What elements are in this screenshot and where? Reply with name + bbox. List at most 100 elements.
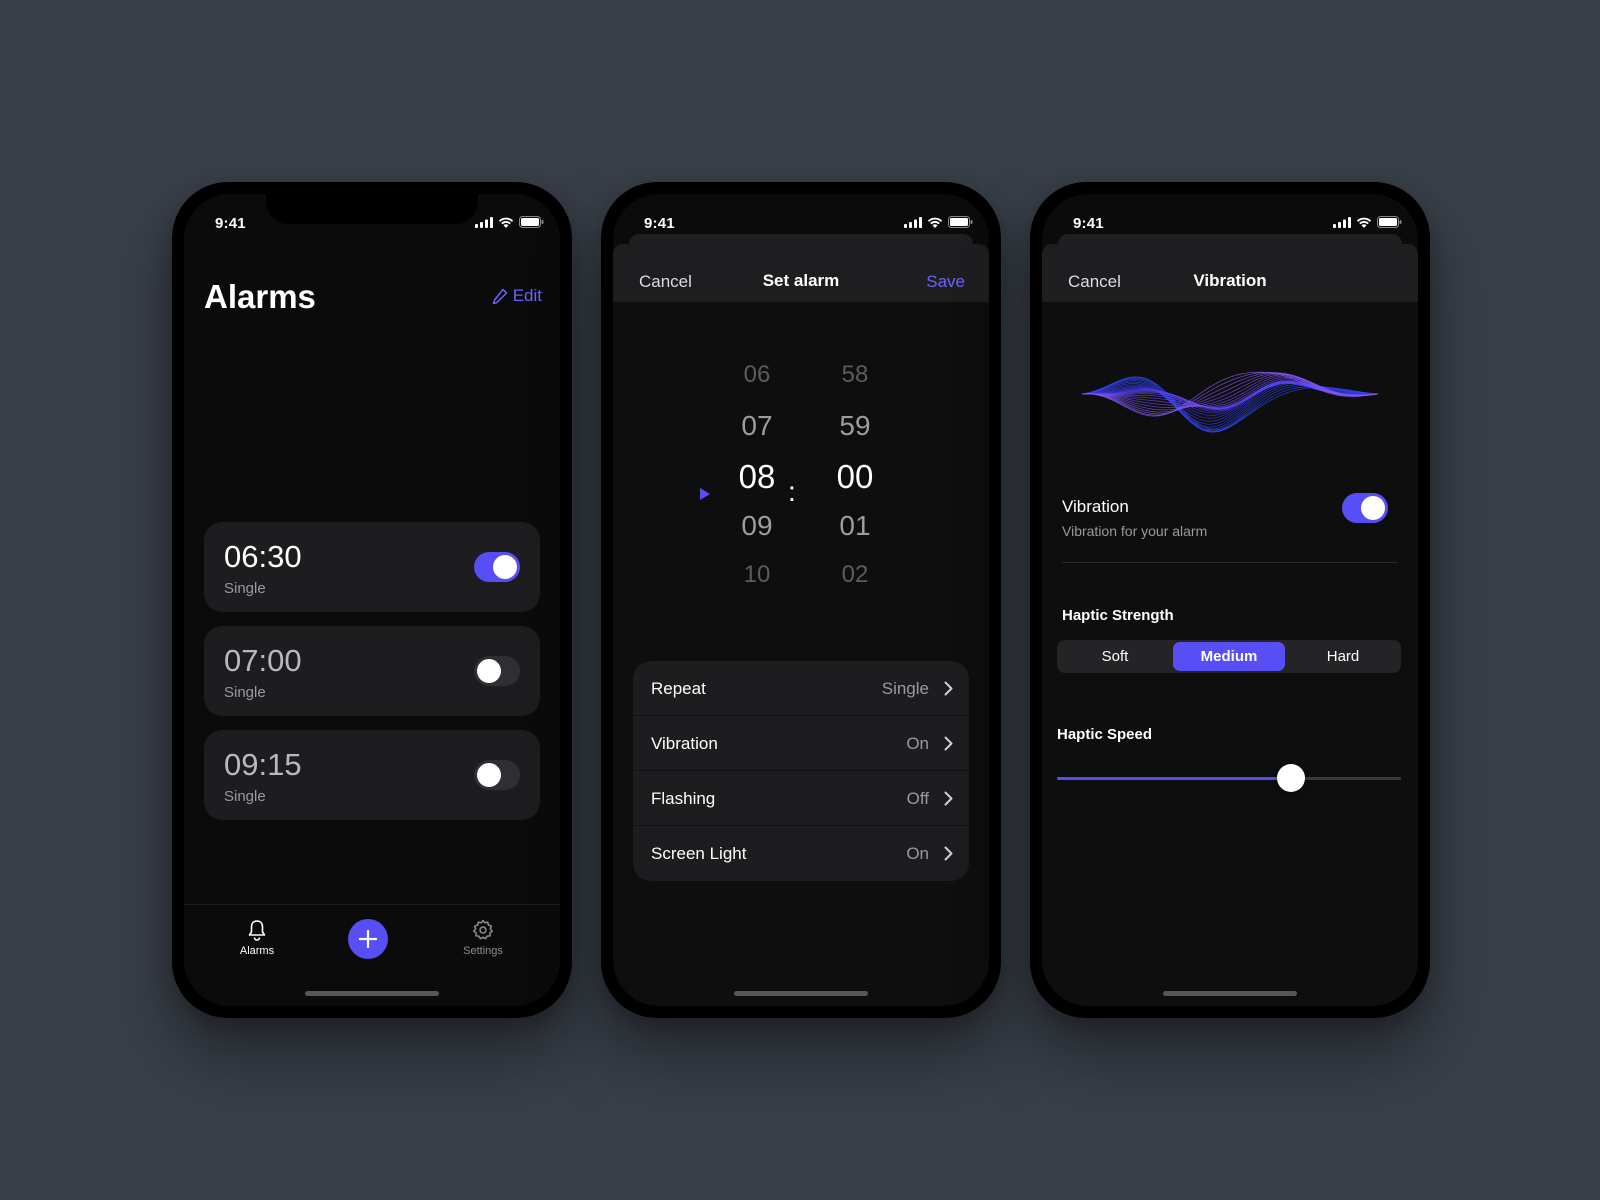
time-separator: : xyxy=(788,476,796,507)
wifi-icon xyxy=(1356,217,1372,228)
setting-value: On xyxy=(906,844,929,863)
alarm-card[interactable]: 09:15 Single xyxy=(204,730,540,820)
signal-icon xyxy=(475,216,493,228)
battery-icon xyxy=(948,216,973,228)
alarm-time: 07:00 xyxy=(224,643,302,678)
chevron-right-icon xyxy=(944,846,953,861)
alarm-repeat: Single xyxy=(224,788,266,805)
hour-option[interactable]: 07 xyxy=(727,410,787,442)
minute-option[interactable]: 59 xyxy=(825,410,885,442)
chevron-right-icon xyxy=(944,736,953,751)
setting-flashing[interactable]: Flashing Off xyxy=(633,771,969,826)
chevron-right-icon xyxy=(944,681,953,696)
plus-icon xyxy=(359,930,377,948)
wave-line xyxy=(1082,380,1378,422)
vibration-sheet: Cancel Vibration Vibration Vibration for… xyxy=(1042,244,1418,1006)
slider-fill xyxy=(1057,777,1291,780)
edit-button[interactable]: Edit xyxy=(492,286,542,306)
alarm-card[interactable]: 07:00 Single xyxy=(204,626,540,716)
signal-icon xyxy=(904,216,922,228)
toggle-knob xyxy=(477,659,501,683)
vibration-wave-illustration xyxy=(1082,371,1378,433)
haptic-speed-slider[interactable] xyxy=(1057,764,1401,792)
strength-hard-option[interactable]: Hard xyxy=(1287,642,1399,671)
alarm-toggle[interactable] xyxy=(474,656,520,686)
alarm-time: 09:15 xyxy=(224,747,302,782)
haptic-speed-label: Haptic Speed xyxy=(1057,726,1153,743)
strength-medium-option[interactable]: Medium xyxy=(1173,642,1285,671)
home-indicator xyxy=(305,991,439,996)
wifi-icon xyxy=(927,217,943,228)
setting-value: Single xyxy=(881,679,929,698)
home-indicator xyxy=(1163,991,1297,996)
vibration-toggle[interactable] xyxy=(1342,493,1388,523)
save-button[interactable]: Save xyxy=(926,272,965,292)
toggle-knob xyxy=(1361,496,1385,520)
haptic-strength-control: Soft Medium Hard xyxy=(1057,640,1401,673)
hour-picker[interactable]: 06 07 08 09 10 xyxy=(727,244,787,588)
setting-label: Repeat xyxy=(651,679,706,698)
setting-label: Flashing xyxy=(651,789,716,808)
set-alarm-sheet: Cancel Set alarm Save 06 07 08 09 10 : 5… xyxy=(613,244,989,1006)
vibration-label: Vibration xyxy=(1062,497,1129,516)
minute-selected[interactable]: 00 xyxy=(825,458,885,496)
setting-vibration[interactable]: Vibration On xyxy=(633,716,969,771)
status-icons xyxy=(1333,216,1402,228)
setting-screen-light[interactable]: Screen Light On xyxy=(633,826,969,881)
wifi-icon xyxy=(498,217,514,228)
alarm-repeat: Single xyxy=(224,580,266,597)
divider xyxy=(1062,562,1398,563)
status-bar: 9:41 xyxy=(184,194,560,238)
alarm-toggle[interactable] xyxy=(474,552,520,582)
status-time: 9:41 xyxy=(215,215,246,232)
phone-alarms: 9:41 Alarms Edit 06:30 Single 07:00 Sing… xyxy=(172,182,572,1018)
status-icons xyxy=(475,216,544,228)
hour-option[interactable]: 06 xyxy=(727,361,787,389)
tab-alarms[interactable]: Alarms xyxy=(222,919,292,957)
battery-icon xyxy=(1377,216,1402,228)
minute-option[interactable]: 02 xyxy=(825,561,885,589)
vibration-screen: 9:41 Cancel Vibration Vibration Vibratio… xyxy=(1042,194,1418,1006)
tab-label: Settings xyxy=(463,945,503,957)
sheet-header: Cancel Vibration xyxy=(1042,244,1418,302)
alarm-toggle[interactable] xyxy=(474,760,520,790)
phone-vibration: 9:41 Cancel Vibration Vibration Vibratio… xyxy=(1030,182,1430,1018)
minute-option[interactable]: 58 xyxy=(825,361,885,389)
minute-option[interactable]: 01 xyxy=(825,510,885,542)
setting-repeat[interactable]: Repeat Single xyxy=(633,661,969,716)
gear-icon xyxy=(473,919,493,940)
setting-label: Vibration xyxy=(651,734,718,753)
battery-icon xyxy=(519,216,544,228)
minute-picker[interactable]: 58 59 00 01 02 xyxy=(825,244,885,588)
hour-selected[interactable]: 08 xyxy=(727,458,787,496)
status-time: 9:41 xyxy=(644,215,675,232)
add-alarm-button[interactable] xyxy=(348,919,388,959)
hour-option[interactable]: 10 xyxy=(727,561,787,589)
sheet-title: Vibration xyxy=(1193,271,1267,290)
notch xyxy=(266,194,478,224)
hour-option[interactable]: 09 xyxy=(727,510,787,542)
status-icons xyxy=(904,216,973,228)
vibration-description: Vibration for your alarm xyxy=(1062,523,1208,539)
setting-value: Off xyxy=(906,789,929,808)
alarm-card[interactable]: 06:30 Single xyxy=(204,522,540,612)
home-indicator xyxy=(734,991,868,996)
picker-indicator-icon xyxy=(700,488,710,500)
haptic-strength-label: Haptic Strength xyxy=(1062,607,1174,624)
pencil-icon xyxy=(492,288,507,304)
page-title: Alarms xyxy=(204,278,316,315)
edit-label: Edit xyxy=(512,286,542,305)
alarm-repeat: Single xyxy=(224,684,266,701)
tab-label: Alarms xyxy=(239,945,275,957)
phone-set-alarm: 9:41 Cancel Set alarm Save 06 07 08 09 1… xyxy=(601,182,1001,1018)
tab-settings[interactable]: Settings xyxy=(448,919,518,957)
setting-label: Screen Light xyxy=(651,844,747,863)
signal-icon xyxy=(1333,216,1351,228)
bell-icon xyxy=(248,920,266,941)
chevron-right-icon xyxy=(944,791,953,806)
status-time: 9:41 xyxy=(1073,215,1104,232)
slider-thumb[interactable] xyxy=(1276,764,1305,792)
strength-soft-option[interactable]: Soft xyxy=(1059,642,1171,671)
toggle-knob xyxy=(477,763,501,787)
status-bar: 9:41 xyxy=(613,194,989,238)
